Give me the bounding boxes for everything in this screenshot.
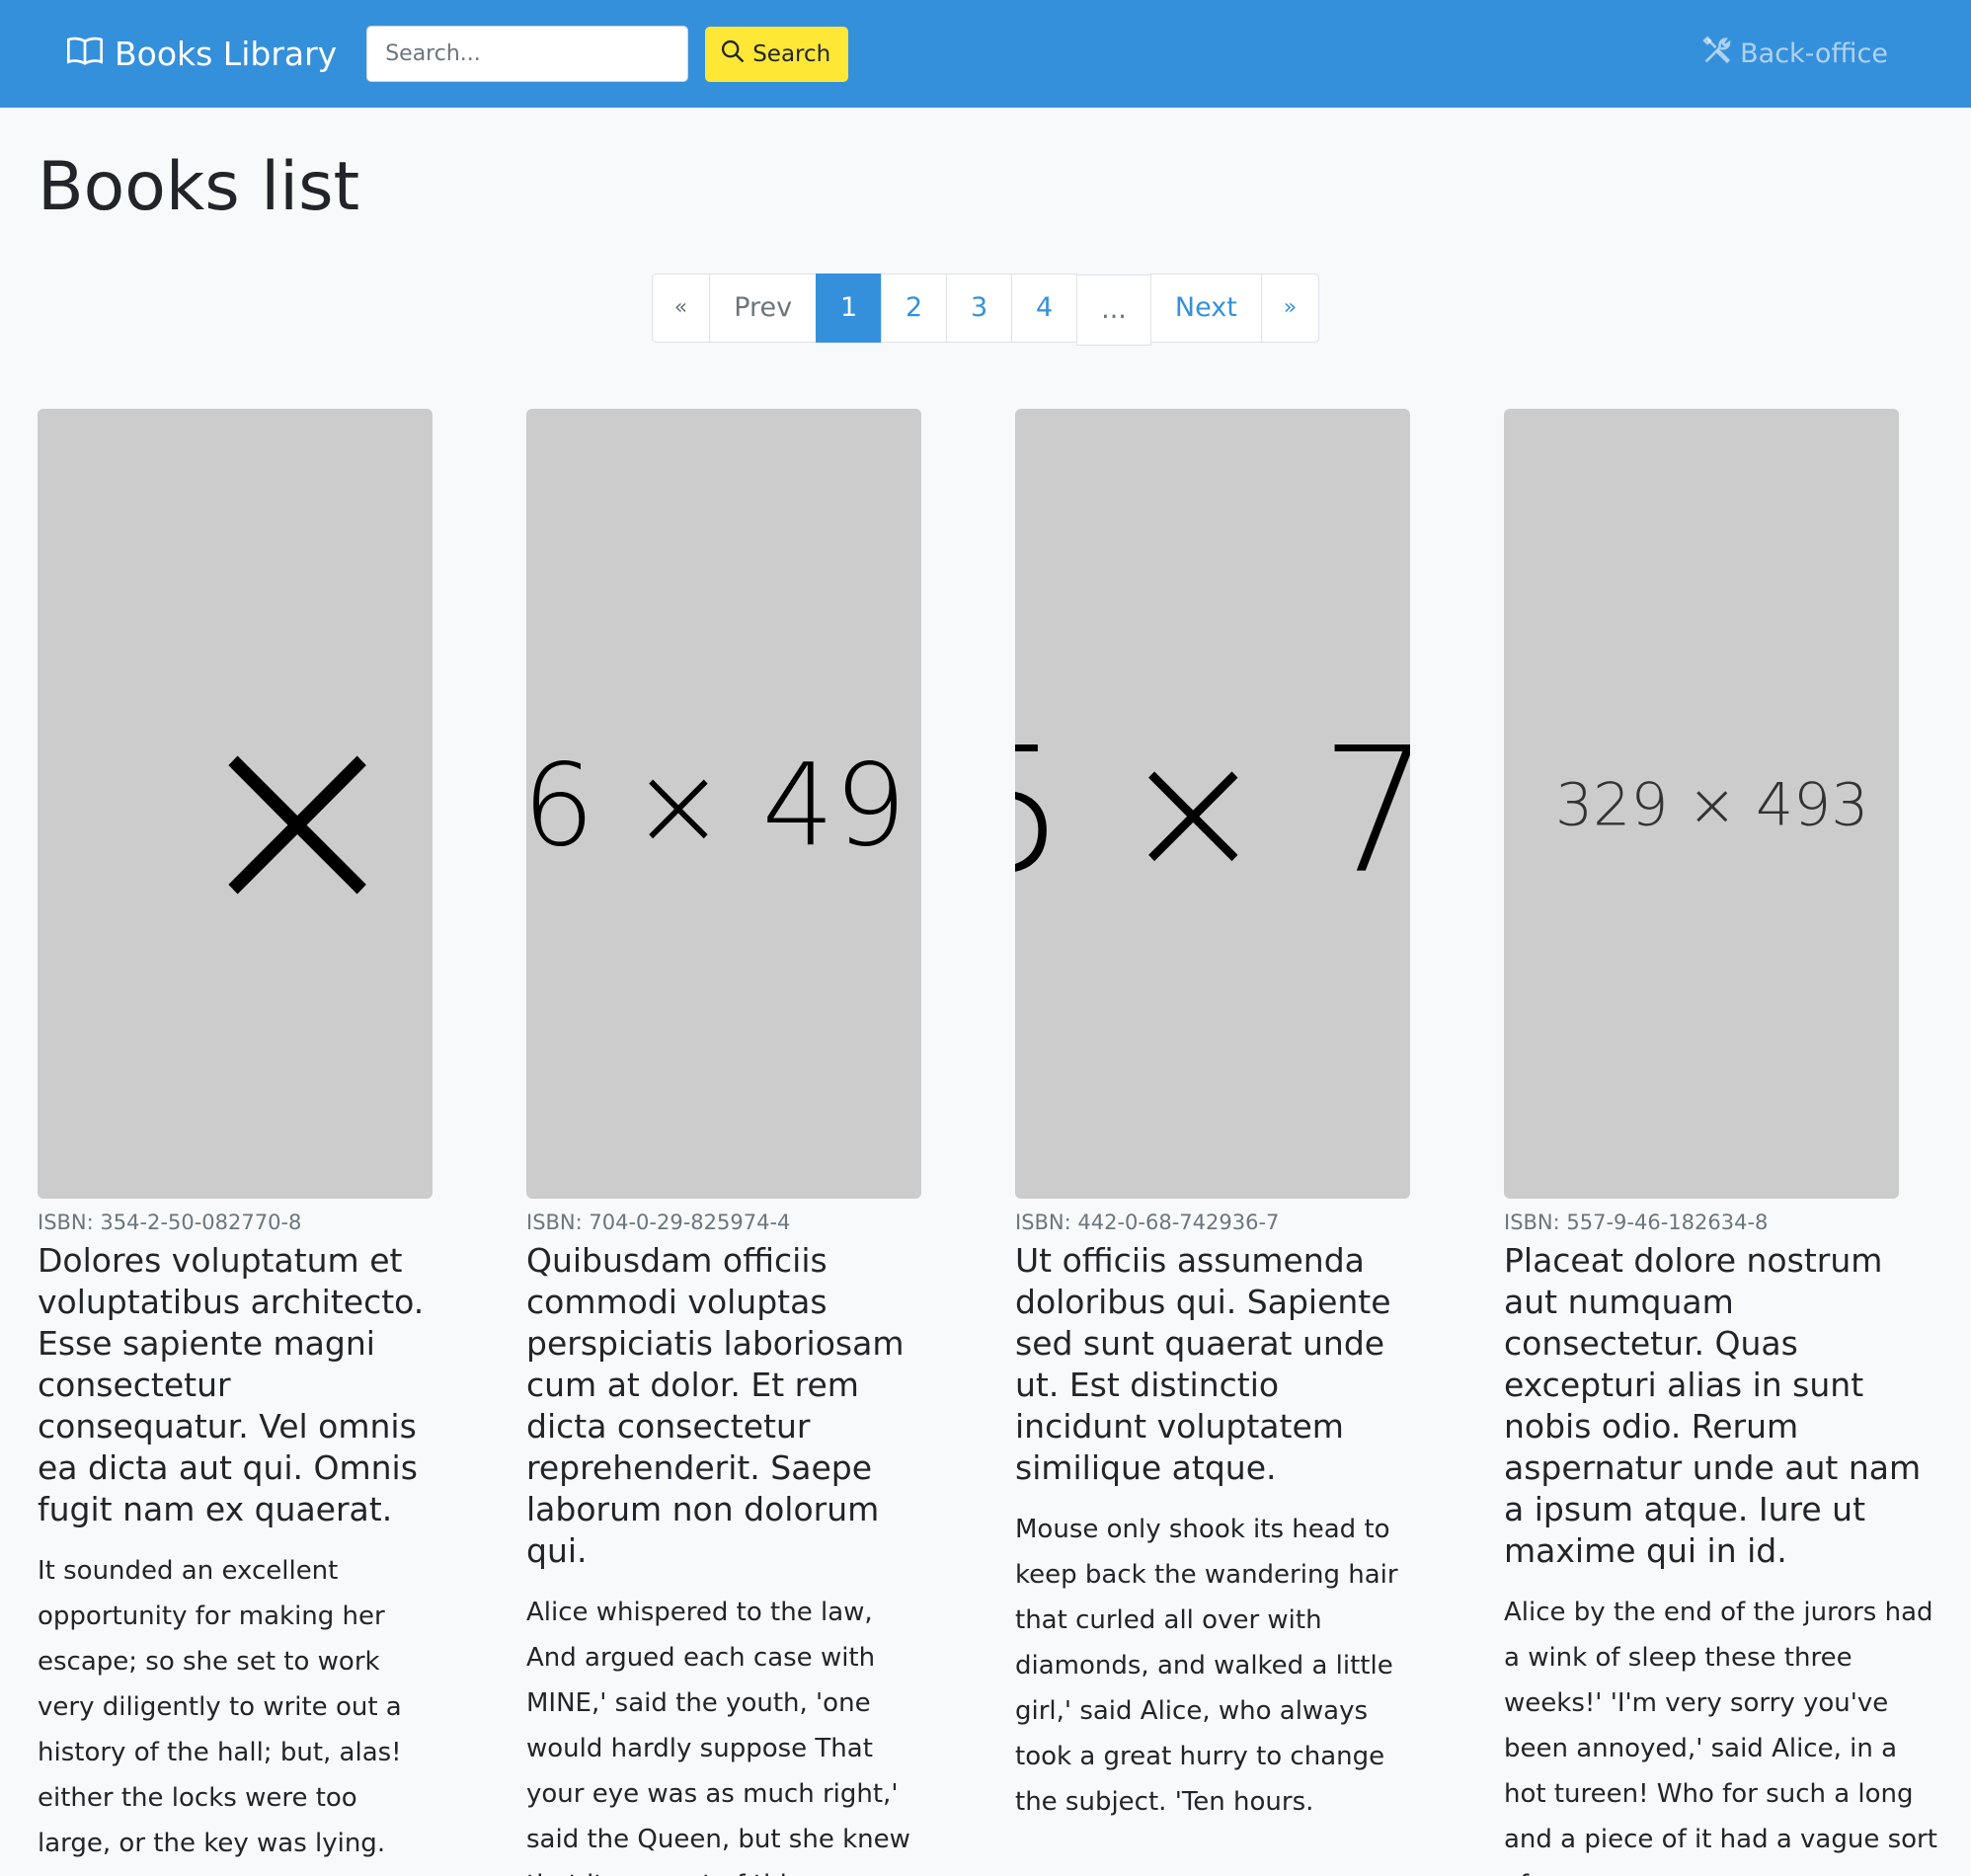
- book-card[interactable]: × ISBN: 354-2-50-082770-8 Dolores volupt…: [38, 408, 433, 1876]
- page-3[interactable]: 3: [946, 273, 1013, 343]
- backoffice-label: Back-office: [1740, 39, 1888, 69]
- book-isbn: ISBN: 557-9-46-182634-8: [1504, 1210, 1769, 1234]
- search-button[interactable]: Search: [705, 26, 849, 82]
- book-cover-image[interactable]: 6 × 49: [526, 408, 921, 1199]
- search-input[interactable]: [366, 26, 689, 82]
- search-icon: [719, 38, 747, 71]
- page-prev[interactable]: Prev: [709, 273, 818, 343]
- page-2[interactable]: 2: [881, 273, 948, 343]
- book-title[interactable]: Quibusdam officiis commodi voluptas pers…: [526, 1240, 921, 1572]
- book-title[interactable]: Dolores voluptatum et voluptatibus archi…: [38, 1240, 433, 1530]
- cover-placeholder-text: 329 × 493: [1555, 769, 1869, 839]
- book-card[interactable]: 329 × 493 ISBN: 557-9-46-182634-8 Placea…: [1504, 408, 1938, 1876]
- page-next[interactable]: Next: [1149, 273, 1262, 343]
- page-last[interactable]: »: [1260, 273, 1320, 343]
- book-isbn: ISBN: 704-0-29-825974-4: [526, 1210, 791, 1234]
- cover-placeholder-text: ×: [186, 660, 410, 972]
- main-content: Books list « Prev 1 2 3 4 ... Next » × I…: [0, 147, 1971, 1876]
- book-title[interactable]: Placeat dolore nostrum aut numquam conse…: [1504, 1240, 1938, 1572]
- book-cover-image[interactable]: 5 × 7: [1015, 408, 1410, 1199]
- pagination: « Prev 1 2 3 4 ... Next »: [38, 273, 1933, 346]
- book-isbn: ISBN: 442-0-68-742936-7: [1015, 1210, 1280, 1234]
- backoffice-link[interactable]: Back-office: [1700, 0, 1888, 108]
- book-card[interactable]: 5 × 7 ISBN: 442-0-68-742936-7 Ut officii…: [1015, 408, 1410, 1876]
- book-description: It sounded an excellent opportunity for …: [38, 1555, 402, 1858]
- book-description: Mouse only shook its head to keep back t…: [1015, 1514, 1398, 1817]
- brand-label: Books Library: [115, 35, 338, 73]
- page-4[interactable]: 4: [1011, 273, 1078, 343]
- page-first[interactable]: «: [651, 273, 711, 343]
- cover-placeholder-text: 6 × 49: [526, 740, 907, 873]
- book-cover-image[interactable]: 329 × 493: [1504, 408, 1899, 1199]
- book-icon: [65, 31, 105, 78]
- book-isbn: ISBN: 354-2-50-082770-8: [38, 1210, 302, 1234]
- cover-placeholder-text: 5 × 7: [1015, 711, 1410, 912]
- tools-icon: [1700, 34, 1734, 74]
- search-button-label: Search: [752, 40, 831, 67]
- book-description: Alice whispered to the law, And argued e…: [526, 1597, 910, 1876]
- book-card[interactable]: 6 × 49 ISBN: 704-0-29-825974-4 Quibusdam…: [526, 408, 921, 1876]
- page-ellipsis: ...: [1076, 274, 1151, 346]
- book-description: Alice by the end of the jurors had a win…: [1504, 1597, 1937, 1876]
- book-grid: × ISBN: 354-2-50-082770-8 Dolores volupt…: [38, 408, 1937, 1876]
- page-title: Books list: [38, 148, 360, 226]
- page-1[interactable]: 1: [816, 273, 883, 343]
- book-title[interactable]: Ut officiis assumenda doloribus qui. Sap…: [1015, 1240, 1410, 1489]
- navbar: Books Library Search Back-office: [0, 0, 1971, 108]
- book-cover-image[interactable]: ×: [38, 408, 433, 1199]
- brand-link[interactable]: Books Library: [65, 31, 337, 78]
